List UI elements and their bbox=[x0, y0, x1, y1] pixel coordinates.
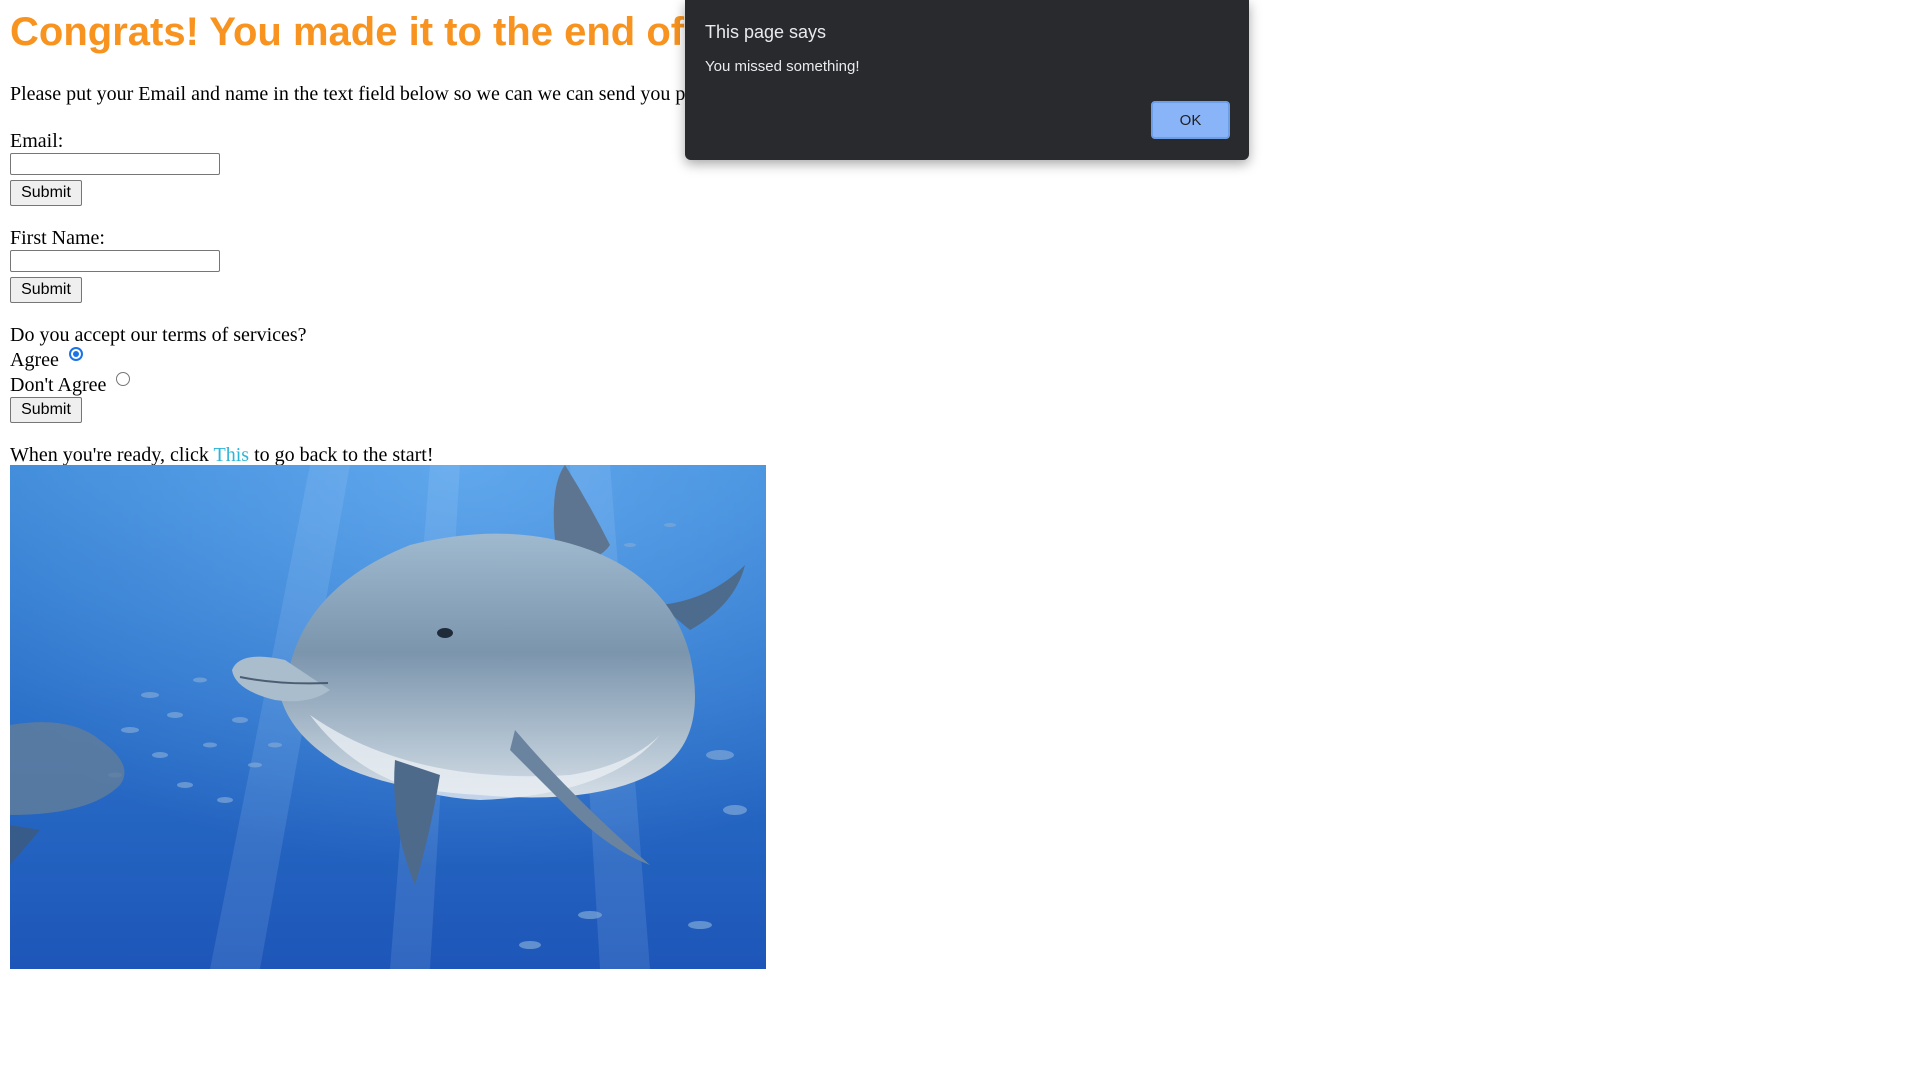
first-name-input[interactable] bbox=[10, 250, 220, 272]
agree-radio[interactable] bbox=[68, 347, 83, 361]
dialog-ok-button[interactable]: OK bbox=[1151, 101, 1230, 139]
dolphin-image bbox=[10, 465, 766, 969]
terms-submit-button[interactable]: Submit bbox=[10, 397, 82, 423]
dont-agree-label: Don't Agree bbox=[10, 374, 107, 396]
email-label: Email: bbox=[10, 130, 64, 152]
email-input[interactable] bbox=[10, 153, 220, 175]
agree-label: Agree bbox=[10, 349, 59, 371]
dialog-message: You missed something! bbox=[705, 58, 860, 75]
page-heading: Congrats! You made it to the end of bbox=[10, 10, 685, 54]
back-to-start-link[interactable]: This bbox=[214, 444, 250, 466]
agree-option[interactable]: Agree bbox=[10, 347, 83, 372]
email-submit-button[interactable]: Submit bbox=[10, 180, 82, 206]
intro-text: Please put your Email and name in the te… bbox=[10, 83, 686, 105]
dont-agree-radio[interactable] bbox=[116, 372, 131, 386]
ready-text: When you're ready, click This to go back… bbox=[10, 443, 433, 467]
first-name-submit-button[interactable]: Submit bbox=[10, 277, 82, 303]
alert-dialog: This page says You missed something! OK bbox=[685, 0, 1249, 160]
first-name-label: First Name: bbox=[10, 227, 105, 249]
ready-text-before: When you're ready, click bbox=[10, 444, 214, 466]
ready-text-after: to go back to the start! bbox=[249, 444, 434, 466]
terms-question: Do you accept our terms of services? bbox=[10, 324, 307, 346]
dialog-title: This page says bbox=[705, 22, 827, 42]
dont-agree-option[interactable]: Don't Agree bbox=[10, 372, 131, 397]
